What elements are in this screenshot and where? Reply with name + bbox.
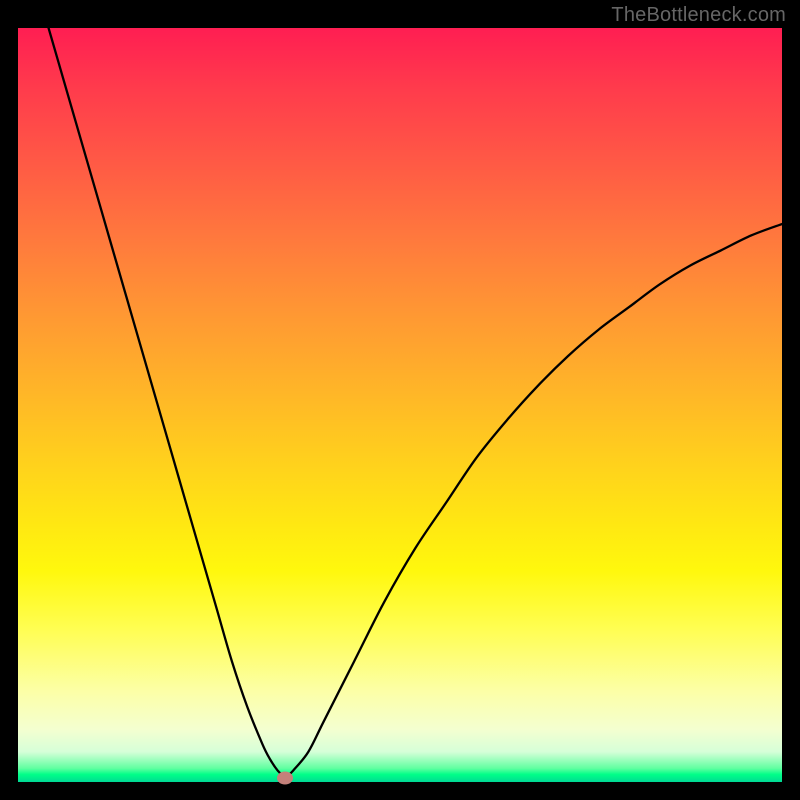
chart-plot-area	[18, 28, 782, 782]
chart-svg	[18, 28, 782, 782]
watermark: TheBottleneck.com	[611, 4, 786, 27]
bottleneck-curve	[49, 28, 782, 778]
optimal-point-marker	[277, 772, 293, 785]
